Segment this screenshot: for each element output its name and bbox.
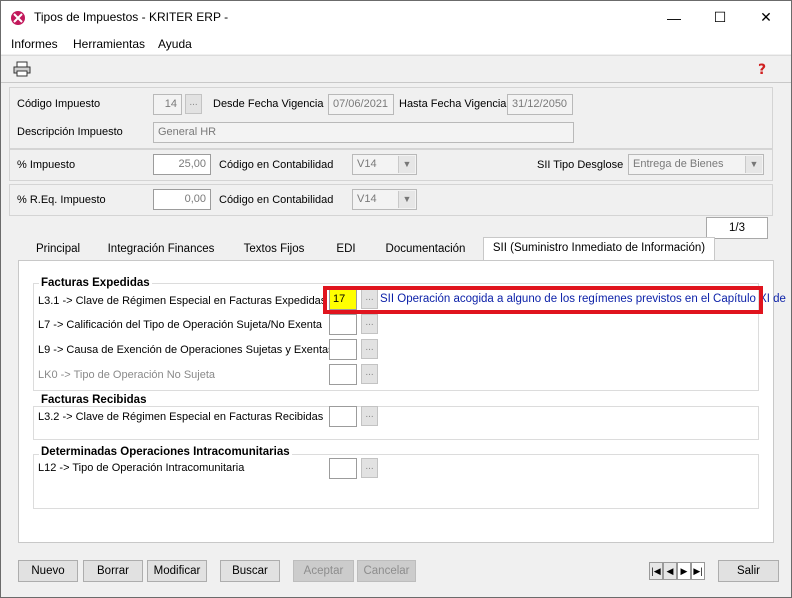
pct-req-label: % R.Eq. Impuesto <box>17 194 106 206</box>
codigo-lookup-button[interactable]: ... <box>185 94 202 114</box>
menu-bar: Informes Herramientas Ayuda <box>1 34 791 54</box>
borrar-button[interactable]: Borrar <box>83 560 143 582</box>
buscar-button[interactable]: Buscar <box>220 560 280 582</box>
previous-record-icon[interactable]: ◀ <box>663 562 677 580</box>
first-record-icon[interactable]: |◀ <box>649 562 663 580</box>
codigo-impuesto-label: Código Impuesto <box>17 98 101 110</box>
sii-tipo-desglose-select[interactable]: Entrega de Bienes ▼ <box>628 154 764 175</box>
tab-bar: Principal Integración Finances Textos Fi… <box>18 237 774 261</box>
tab-documentacion[interactable]: Documentación <box>368 239 483 261</box>
highlight-frame <box>323 286 763 314</box>
l12-label: L12 -> Tipo de Operación Intracomunitari… <box>38 462 245 474</box>
l12-field[interactable] <box>329 458 357 479</box>
lk0-label: LK0 -> Tipo de Operación No Sujeta <box>38 369 216 381</box>
intracomunitarias-title: Determinadas Operaciones Intracomunitari… <box>39 446 292 458</box>
l32-label: L3.2 -> Clave de Régimen Especial en Fac… <box>38 411 324 423</box>
l9-lookup-button[interactable]: ... <box>361 339 378 359</box>
l12-lookup-button[interactable]: ... <box>361 458 378 478</box>
record-counter: 1/3 <box>706 217 768 239</box>
l9-label: L9 -> Causa de Exención de Operaciones S… <box>38 344 334 356</box>
contab-select-value: V14 <box>357 158 377 170</box>
l32-field[interactable] <box>329 406 357 427</box>
next-record-icon[interactable]: ▶ <box>677 562 691 580</box>
svg-text:?: ? <box>758 62 766 77</box>
tab-sii[interactable]: SII (Suministro Inmediato de Información… <box>483 237 715 261</box>
tab-principal[interactable]: Principal <box>18 239 98 261</box>
aceptar-button[interactable]: Aceptar <box>293 560 354 582</box>
maximize-icon: ☐ <box>713 9 727 25</box>
codigo-impuesto-field[interactable]: 14 <box>153 94 182 115</box>
chevron-down-icon: ▼ <box>745 156 762 173</box>
hasta-fecha-field[interactable]: 31/12/2050 <box>507 94 573 115</box>
nuevo-button[interactable]: Nuevo <box>18 560 78 582</box>
lk0-field[interactable] <box>329 364 357 385</box>
l9-field[interactable] <box>329 339 357 360</box>
sii-tipo-desglose-value: Entrega de Bienes <box>633 158 724 170</box>
menu-ayuda[interactable]: Ayuda <box>158 37 192 51</box>
pct-req-field[interactable]: 0,00 <box>153 189 211 210</box>
contab-select[interactable]: V14 ▼ <box>352 154 417 175</box>
descripcion-label: Descripción Impuesto <box>17 126 123 138</box>
cancelar-button[interactable]: Cancelar <box>357 560 416 582</box>
l31-label: L3.1 -> Clave de Régimen Especial en Fac… <box>38 295 327 307</box>
maximize-button[interactable]: ☐ <box>697 1 743 34</box>
req-contab-select[interactable]: V14 ▼ <box>352 189 417 210</box>
l7-lookup-button[interactable]: ... <box>361 314 378 334</box>
chevron-down-icon: ▼ <box>398 156 415 173</box>
window-title: Tipos de Impuestos - KRITER ERP - <box>34 10 229 24</box>
desde-fecha-label: Desde Fecha Vigencia <box>213 98 324 110</box>
pct-impuesto-field[interactable]: 25,00 <box>153 154 211 175</box>
main-window: Tipos de Impuestos - KRITER ERP - — ☐ ✕ … <box>0 0 792 598</box>
l7-label: L7 -> Calificación del Tipo de Operación… <box>38 319 323 331</box>
modificar-button[interactable]: Modificar <box>147 560 207 582</box>
req-contab-select-value: V14 <box>357 193 377 205</box>
menu-informes[interactable]: Informes <box>11 37 58 51</box>
l7-field[interactable] <box>329 314 357 335</box>
descripcion-field[interactable]: General HR <box>153 122 574 143</box>
menu-herramientas[interactable]: Herramientas <box>73 37 145 51</box>
chevron-down-icon: ▼ <box>398 191 415 208</box>
salir-button[interactable]: Salir <box>718 560 779 582</box>
minimize-button[interactable]: — <box>651 1 697 34</box>
contab-label: Código en Contabilidad <box>219 159 334 171</box>
facturas-recibidas-title: Facturas Recibidas <box>39 394 149 406</box>
minimize-icon: — <box>667 9 681 26</box>
req-contab-label: Código en Contabilidad <box>219 194 334 206</box>
app-logo-icon <box>11 11 25 25</box>
lk0-lookup-button[interactable]: ... <box>361 364 378 384</box>
desde-fecha-field[interactable]: 07/06/2021 <box>328 94 394 115</box>
last-record-icon[interactable]: ▶| <box>691 562 705 580</box>
toolbar: ? <box>1 55 791 83</box>
printer-icon[interactable] <box>13 61 31 77</box>
close-icon: ✕ <box>760 9 772 25</box>
l32-lookup-button[interactable]: ... <box>361 406 378 426</box>
facturas-expedidas-title: Facturas Expedidas <box>39 277 152 289</box>
tab-edi[interactable]: EDI <box>324 239 368 261</box>
tab-textos-fijos[interactable]: Textos Fijos <box>224 239 324 261</box>
close-window-button[interactable]: ✕ <box>743 1 789 34</box>
title-bar: Tipos de Impuestos - KRITER ERP - — ☐ ✕ <box>1 1 791 34</box>
sii-tipo-desglose-label: SII Tipo Desglose <box>537 159 624 171</box>
help-icon[interactable]: ? <box>755 61 771 77</box>
hasta-fecha-label: Hasta Fecha Vigencia <box>399 98 507 110</box>
tab-integracion-finances[interactable]: Integración Finances <box>98 239 224 261</box>
pct-impuesto-label: % Impuesto <box>17 159 76 171</box>
